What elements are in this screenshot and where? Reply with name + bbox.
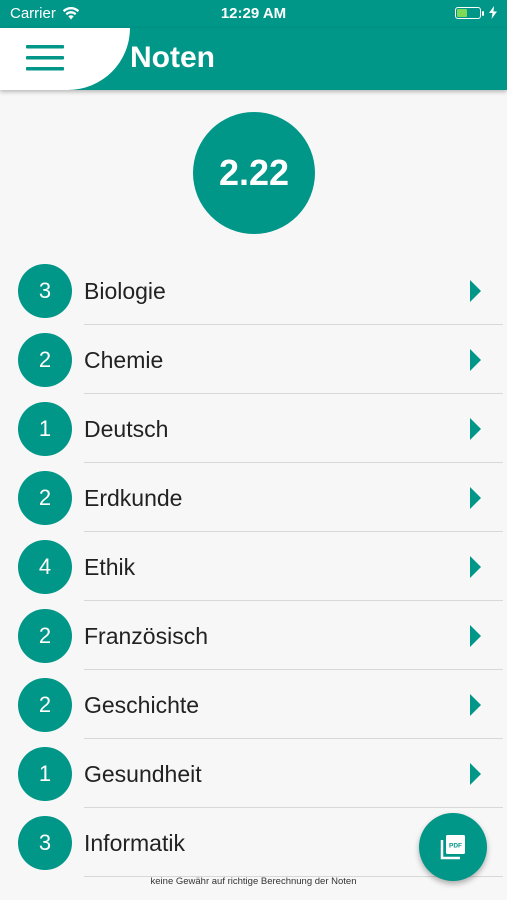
chevron-right-icon bbox=[470, 280, 481, 302]
subject-name: Geschichte bbox=[84, 692, 200, 718]
chevron-right-icon bbox=[470, 349, 481, 371]
chevron-right-icon bbox=[470, 625, 481, 647]
pdf-icon: PDF bbox=[440, 835, 465, 860]
subject-name: Ethik bbox=[84, 554, 136, 580]
grade-badge: 2 bbox=[18, 471, 72, 525]
grade-badge: 3 bbox=[18, 816, 72, 870]
page-title: Noten bbox=[130, 41, 215, 74]
subject-name: Informatik bbox=[84, 830, 185, 856]
chevron-right-icon bbox=[470, 487, 481, 509]
grade-badge: 1 bbox=[18, 747, 72, 801]
subject-row[interactable]: 1 Deutsch bbox=[0, 394, 507, 463]
subject-row[interactable]: 2 Geschichte bbox=[0, 670, 507, 739]
status-bar: Carrier 12:29 AM bbox=[0, 0, 507, 28]
subject-row[interactable]: 1 Gesundheit bbox=[0, 739, 507, 808]
average-grade-badge: 2.22 bbox=[193, 112, 315, 234]
grade-badge: 2 bbox=[18, 333, 72, 387]
subject-name: Chemie bbox=[84, 347, 164, 373]
chevron-right-icon bbox=[470, 418, 481, 440]
subject-name: Gesundheit bbox=[84, 761, 202, 787]
subject-row[interactable]: 4 Ethik bbox=[0, 532, 507, 601]
chevron-right-icon bbox=[470, 694, 481, 716]
subject-row[interactable]: 2 Französisch bbox=[0, 601, 507, 670]
subject-name: Französisch bbox=[84, 623, 208, 649]
chevron-right-icon bbox=[470, 763, 481, 785]
subject-name: Biologie bbox=[84, 278, 166, 304]
grade-badge: 3 bbox=[18, 264, 72, 318]
status-time: 12:29 AM bbox=[220, 5, 287, 22]
grade-badge: 4 bbox=[18, 540, 72, 594]
subject-name: Deutsch bbox=[84, 416, 169, 442]
subject-row[interactable]: 2 Chemie bbox=[0, 325, 507, 394]
svg-text:PDF: PDF bbox=[449, 843, 462, 850]
app-header: Noten bbox=[0, 28, 507, 90]
menu-button[interactable] bbox=[0, 28, 130, 90]
subject-row[interactable]: 2 Erdkunde bbox=[0, 463, 507, 532]
grade-badge: 1 bbox=[18, 402, 72, 456]
subject-row[interactable]: 3 Biologie bbox=[0, 256, 507, 325]
charging-icon bbox=[489, 6, 497, 19]
export-pdf-button[interactable]: PDF bbox=[419, 813, 487, 881]
disclaimer-text: keine Gewähr auf richtige Berechnung der… bbox=[150, 876, 357, 887]
status-right bbox=[455, 6, 497, 19]
grade-badge: 2 bbox=[18, 609, 72, 663]
battery-icon bbox=[455, 6, 484, 19]
chevron-right-icon bbox=[470, 556, 481, 578]
grade-badge: 2 bbox=[18, 678, 72, 732]
subject-name: Erdkunde bbox=[84, 485, 183, 511]
hamburger-menu-icon bbox=[26, 45, 64, 71]
